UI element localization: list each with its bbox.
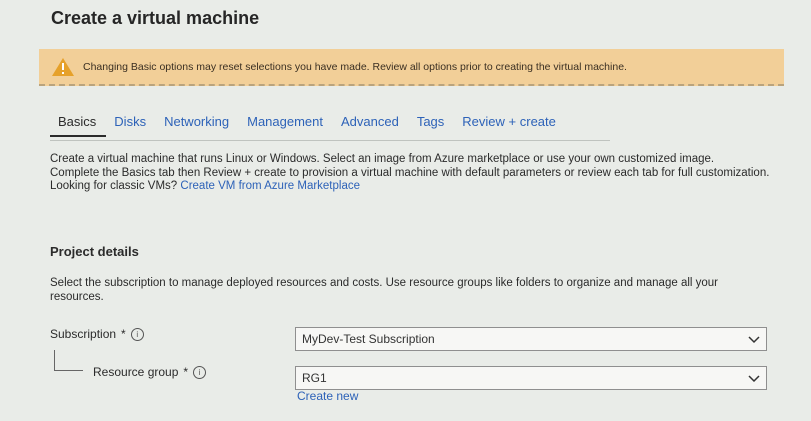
create-vm-marketplace-link[interactable]: Create VM from Azure Marketplace [180, 180, 360, 192]
subscription-label-row: Subscription * i [50, 327, 144, 341]
tree-connector [54, 350, 83, 371]
required-marker: * [121, 327, 126, 341]
tab-networking[interactable]: Networking [156, 112, 239, 135]
warning-banner: Changing Basic options may reset selecti… [39, 49, 784, 86]
tab-disks[interactable]: Disks [106, 112, 156, 135]
tab-bar: Basics Disks Networking Management Advan… [50, 112, 610, 141]
tab-advanced[interactable]: Advanced [333, 112, 409, 135]
create-vm-page: Create a virtual machine Changing Basic … [0, 0, 811, 421]
warning-text: Changing Basic options may reset selecti… [83, 60, 627, 73]
chevron-down-icon [748, 375, 760, 383]
classic-vm-row: Looking for classic VMs? Create VM from … [50, 180, 770, 194]
intro-line-1: Create a virtual machine that runs Linux… [50, 153, 715, 165]
project-details-title: Project details [50, 244, 139, 259]
subscription-label: Subscription [50, 327, 117, 341]
resource-group-dropdown[interactable]: RG1 [295, 366, 767, 390]
page-title: Create a virtual machine [51, 8, 260, 28]
tab-tags[interactable]: Tags [409, 112, 454, 135]
tab-basics[interactable]: Basics [50, 112, 107, 137]
required-marker: * [183, 365, 189, 379]
tab-management[interactable]: Management [239, 112, 333, 135]
resource-group-label: Resource group [93, 365, 179, 379]
intro-text: Create a virtual machine that runs Linux… [50, 153, 770, 194]
tab-review-create[interactable]: Review + create [454, 112, 566, 135]
resource-group-label-row: Resource group * i [93, 365, 207, 379]
create-new-resource-group-link[interactable]: Create new [297, 389, 358, 403]
resource-group-value: RG1 [302, 371, 327, 385]
chevron-down-icon [748, 336, 760, 344]
info-icon[interactable]: i [130, 327, 144, 341]
classic-vm-prefix: Looking for classic VMs? [50, 180, 178, 192]
project-details-description: Select the subscription to manage deploy… [50, 277, 719, 303]
intro-line-2: Complete the Basics tab then Review + cr… [50, 166, 770, 179]
info-icon[interactable]: i [193, 365, 207, 379]
subscription-dropdown[interactable]: MyDev-Test Subscription [295, 327, 767, 351]
warning-triangle-icon [52, 57, 74, 76]
subscription-value: MyDev-Test Subscription [302, 332, 435, 346]
